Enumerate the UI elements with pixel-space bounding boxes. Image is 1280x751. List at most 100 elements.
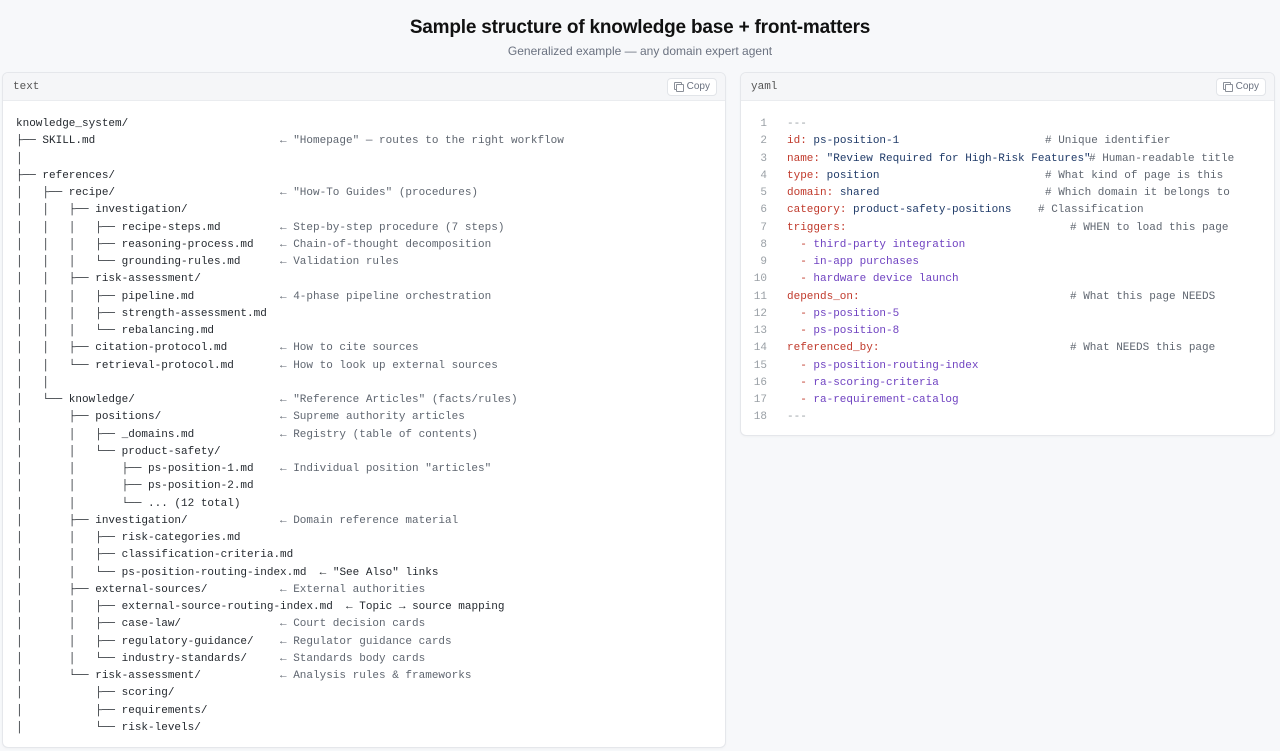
tree-line: │ │ ├── regulatory-guidance/ ← Regulator … — [16, 634, 504, 651]
yaml-list-dash: - — [787, 307, 814, 320]
tree-entry: │ ├── requirements/ — [16, 704, 208, 717]
page-title: Sample structure of knowledge base + fro… — [409, 17, 871, 38]
code-line: 14 referenced_by: # What NEEDS this page — [741, 340, 1274, 357]
line-number: 16 — [753, 376, 767, 389]
yaml-code-panel: yaml Copy 1 --- 2 id: ps-position-1 # Unique… — [740, 72, 1275, 436]
tree-comment: ← "Homepage" — routes to the right workf… — [280, 135, 564, 148]
tree-comment: ← How to cite sources — [280, 342, 419, 355]
tree-entry: │ │ └── retrieval-protocol.md — [16, 359, 234, 372]
tree-comment: ← How to look up external sources — [280, 359, 498, 372]
tree-line: │ │ │ └── rebalancing.md — [16, 323, 504, 340]
code-content: triggers: — [787, 220, 846, 237]
yaml-key: id — [787, 135, 801, 148]
tree-entry: │ │ │ └── rebalancing.md — [16, 325, 215, 337]
yaml-key: type — [787, 169, 814, 182]
yaml-key: depends_on — [787, 290, 854, 303]
tree-line: knowledge_system/ — [16, 116, 504, 133]
yaml-code: 1 --- 2 id: ps-position-1 # Unique identifie… — [741, 116, 1274, 427]
copy-label: Copy — [1235, 81, 1259, 92]
language-label: yaml — [751, 80, 778, 93]
line-number: 8 — [760, 238, 767, 251]
tree-comment: ← "Reference Articles" (facts/rules) — [280, 394, 518, 406]
code-line: 7 triggers: # WHEN to load this page — [741, 220, 1274, 237]
line-number: 14 — [753, 342, 767, 355]
tree-line: ├── SKILL.md ← "Homepage" — routes to the… — [16, 133, 564, 150]
tree-entry: │ │ ├── risk-categories.md — [16, 532, 241, 544]
code-line: 9 - in-app purchases — [741, 254, 1274, 271]
copy-icon — [673, 82, 684, 92]
code-line: 5 domain: shared # Which domain it belongs… — [741, 185, 1274, 202]
code-line: 17 - ra-requirement-catalog — [741, 392, 1274, 409]
tree-entry: │ │ ├── risk-assessment/ — [16, 273, 201, 286]
code-line: 13 - ps-position-8 — [741, 323, 1274, 340]
tree-entry: │ │ │ ├── recipe-steps.md — [16, 221, 221, 234]
yaml-colon: : — [853, 290, 860, 303]
tree-entry: │ │ — [16, 376, 50, 389]
copy-button[interactable]: Copy — [666, 77, 717, 96]
tree-line: │ │ ├── ps-position-1.md ← Individual pos… — [16, 461, 504, 478]
code-line: 10 - hardware device launch — [741, 271, 1274, 288]
yaml-key: referenced_by — [787, 342, 873, 355]
line-number: 15 — [753, 359, 767, 372]
tree-entry: │ │ ├── citation-protocol.md — [16, 342, 228, 355]
tree-entry: │ │ │ ├── pipeline.md — [16, 290, 195, 303]
tree-line: │ │ │ ├── recipe-steps.md ← Step-by-step … — [16, 220, 504, 237]
line-number: 5 — [760, 187, 767, 199]
tree-line: │ │ ├── external-source-routing-index.md… — [16, 599, 504, 616]
yaml-key: domain — [787, 187, 827, 199]
text-panel-header: text Copy — [3, 73, 725, 101]
tree-line: ├── references/ — [16, 168, 504, 185]
yaml-list-dash: - — [787, 238, 814, 251]
line-number: 9 — [760, 256, 767, 268]
tree-entry: │ ├── external-sources/ — [16, 583, 208, 596]
copy-label: Copy — [686, 81, 710, 92]
line-number: 3 — [760, 152, 767, 165]
yaml-value: shared — [833, 187, 880, 199]
code-line: 18 --- — [741, 409, 1274, 426]
yaml-value: ps-position-1 — [806, 135, 900, 148]
tree-entry: │ ├── investigation/ — [16, 514, 188, 527]
yaml-list-item: hardware device launch — [813, 273, 959, 286]
tree-entry: │ │ │ └── grounding-rules.md — [16, 256, 241, 268]
yaml-key: triggers — [787, 221, 840, 234]
tree-line: │ │ ├── _domains.md ← Registry (table of … — [16, 427, 504, 444]
tree-line: │ └── knowledge/ ← "Reference Articles" (… — [16, 392, 518, 409]
yaml-list-item: ps-position-5 — [813, 307, 900, 320]
tree-entry: │ └── knowledge/ — [16, 394, 135, 406]
tree-comment: ← Regulator guidance cards — [280, 635, 452, 648]
yaml-list-dash: - — [787, 394, 814, 406]
tree-line: │ │ ├── case-law/ ← Court decision cards — [16, 616, 504, 633]
yaml-list-dash: - — [787, 256, 814, 268]
tree-entry: knowledge_system/ — [16, 118, 129, 130]
tree-line: │ │ ├── risk-assessment/ — [16, 271, 504, 288]
line-number: 4 — [760, 169, 767, 182]
tree-line: │ ├── positions/ ← Supreme authority arti… — [16, 409, 504, 426]
yaml-key: name — [787, 152, 814, 165]
tree-entry: │ └── risk-assessment/ — [16, 670, 201, 682]
yaml-comment: # WHEN to load this page — [1070, 221, 1229, 234]
code-line: 15 - ps-position-routing-index — [741, 358, 1274, 375]
tree-entry: │ │ │ ├── strength-assessment.md — [16, 307, 267, 320]
tree-comment: ← Standards body cards — [280, 652, 426, 665]
directory-tree: knowledge_system/ ├── SKILL.md ← "Homepage… — [16, 116, 564, 737]
tree-entry: │ ├── scoring/ — [16, 687, 175, 700]
code-line: 8 - third-party integration — [741, 237, 1274, 254]
tree-entry: │ │ ├── external-source-routing-index.md… — [16, 601, 505, 613]
copy-button[interactable]: Copy — [1215, 77, 1266, 96]
tree-entry: │ │ ├── ps-position-2.md — [16, 480, 254, 493]
tree-entry: │ ├── recipe/ — [16, 187, 116, 199]
yaml-list-item: third-party integration — [813, 238, 966, 251]
tree-comment: ← External authorities — [280, 583, 426, 596]
code-content: - ps-position-routing-index — [787, 358, 978, 375]
tree-entry: │ │ ├── case-law/ — [16, 618, 182, 631]
tree-comment: ← 4-phase pipeline orchestration — [280, 290, 492, 303]
line-number: 12 — [753, 307, 767, 320]
code-content: id: ps-position-1 — [787, 133, 899, 150]
tree-comment: ← Individual position "articles" — [280, 463, 492, 475]
yaml-value: position — [820, 169, 880, 182]
tree-entry: │ │ ├── classification-criteria.md — [16, 549, 294, 562]
code-content: --- — [787, 116, 807, 133]
tree-line: │ │ ├── citation-protocol.md ← How to cit… — [16, 340, 504, 357]
code-content: type: position — [787, 168, 879, 185]
tree-comment: ← Supreme authority articles — [280, 411, 465, 424]
